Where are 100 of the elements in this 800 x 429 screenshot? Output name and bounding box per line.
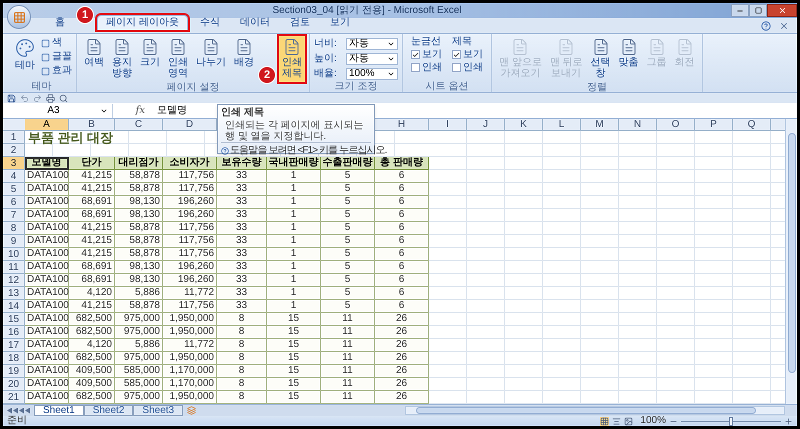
sheet-tab[interactable]: Sheet3 <box>133 405 184 416</box>
ribbon-button[interactable]: 맞춤 <box>616 36 642 82</box>
ribbon-tab[interactable]: 검토 <box>282 15 318 30</box>
ribbon-button[interactable]: 크기 <box>137 36 163 82</box>
theme-button[interactable]: 테마 <box>11 36 39 71</box>
insert-sheet-icon[interactable] <box>187 406 196 415</box>
name-box[interactable]: A3 <box>3 104 113 118</box>
table-cell: 26 <box>375 391 429 404</box>
vertical-scrollbar[interactable] <box>785 119 797 404</box>
table-cell: 409,500 <box>69 365 115 378</box>
sheet-tab[interactable]: Sheet2 <box>84 405 134 416</box>
table-cell: DATA100 <box>25 261 69 274</box>
table-cell: 117,756 <box>163 170 217 183</box>
scrollbar-thumb[interactable] <box>416 407 756 414</box>
table-cell: 682,500 <box>69 313 115 326</box>
step-number-badge: 2 <box>258 66 276 84</box>
row-header: 4 <box>3 170 25 183</box>
ribbon-tab[interactable]: 홈 <box>47 15 73 30</box>
table-cell: 26 <box>375 352 429 365</box>
page-layout-view-icon[interactable] <box>612 416 622 426</box>
table-cell: 1,170,000 <box>163 378 217 391</box>
dropdown-field[interactable]: 자동 <box>346 52 398 64</box>
table-cell: DATA100 <box>25 391 69 404</box>
group-label: 크기 조정 <box>334 81 378 92</box>
column-header[interactable]: C <box>115 119 163 130</box>
table-cell: 11 <box>321 326 375 339</box>
column-header[interactable]: B <box>69 119 115 130</box>
ribbon-tab[interactable]: 데이터 <box>232 15 278 30</box>
checkbox[interactable] <box>411 63 420 72</box>
ribbon-tab[interactable]: 보기 <box>322 15 358 30</box>
formula-value[interactable]: 모델명 <box>157 103 187 118</box>
column-header[interactable]: N <box>619 119 657 130</box>
maximize-button[interactable] <box>749 4 767 17</box>
sheet-tab[interactable]: Sheet1 <box>34 405 84 416</box>
checkbox[interactable] <box>411 50 420 59</box>
ribbon-tab[interactable]: 수식 <box>192 15 228 30</box>
table-cell: 1,950,000 <box>163 326 217 339</box>
page-icon <box>169 38 187 56</box>
ribbon-tab[interactable]: 페이지 레이아웃 <box>97 14 188 30</box>
office-button[interactable] <box>7 5 31 29</box>
column-header[interactable]: O <box>657 119 695 130</box>
table-cell: 11 <box>321 313 375 326</box>
ribbon-button[interactable]: 선택 창 <box>588 36 614 82</box>
page-icon <box>620 38 638 56</box>
table-cell: DATA100 <box>25 365 69 378</box>
table-cell: 8 <box>217 378 267 391</box>
tooltip-description: 인쇄되는 각 페이지에 표시되는 행 및 열을 지정합니다. <box>224 120 364 142</box>
table-cell: 196,260 <box>163 196 217 209</box>
table-cell: 26 <box>375 339 429 352</box>
function-button[interactable]: fx <box>136 103 145 118</box>
ribbon-small-button[interactable]: 효과 <box>41 65 72 77</box>
save-icon[interactable] <box>7 94 16 102</box>
ribbon-button[interactable]: 배경 <box>231 36 257 82</box>
print-icon[interactable] <box>46 94 55 102</box>
ribbon-small-button[interactable]: 글꼴 <box>41 51 72 63</box>
close-button[interactable] <box>767 4 797 17</box>
field-label: 배율: <box>314 68 338 80</box>
table-cell: 682,500 <box>69 326 115 339</box>
help-icon[interactable] <box>761 21 771 31</box>
table-cell: 117,756 <box>163 248 217 261</box>
table-cell: 5 <box>321 170 375 183</box>
dropdown-field[interactable]: 자동 <box>346 38 398 50</box>
ribbon-button[interactable]: 인쇄 제목 <box>279 36 305 82</box>
scrollbar-thumb[interactable] <box>788 133 796 373</box>
ribbon-button[interactable]: 용지 방향 <box>109 36 135 82</box>
close-workbook-icon[interactable] <box>779 21 789 31</box>
checkbox[interactable] <box>452 63 461 72</box>
table-cell: 5 <box>321 222 375 235</box>
print-preview-icon[interactable] <box>59 94 68 102</box>
zoom-in-icon[interactable] <box>784 416 793 426</box>
ribbon-button[interactable]: 인쇄 영역 <box>165 36 191 82</box>
ribbon-small-button[interactable]: 색 <box>41 37 72 49</box>
table-cell: 11 <box>321 378 375 391</box>
dropdown-field[interactable]: 100% <box>346 68 398 80</box>
column-header[interactable]: J <box>467 119 505 130</box>
column-header[interactable]: L <box>543 119 581 130</box>
checkbox[interactable] <box>452 50 461 59</box>
column-header[interactable]: M <box>581 119 619 130</box>
normal-view-icon[interactable] <box>600 416 610 426</box>
row-header: 11 <box>3 261 25 274</box>
column-header[interactable]: I <box>429 119 467 130</box>
column-header[interactable]: A <box>25 119 69 130</box>
column-header[interactable]: Q <box>733 119 771 130</box>
zoom-slider-thumb[interactable] <box>729 416 733 426</box>
ribbon-button[interactable]: 나누기 <box>193 36 229 82</box>
minimize-button[interactable] <box>731 4 749 17</box>
undo-icon[interactable] <box>20 94 29 102</box>
column-heading-cell: 보유수량 <box>217 157 267 170</box>
column-heading-cell: 단가 <box>69 157 115 170</box>
redo-icon[interactable] <box>33 94 42 102</box>
table-cell: 11 <box>321 339 375 352</box>
table-cell: 6 <box>375 170 429 183</box>
horizontal-scrollbar[interactable] <box>405 406 785 415</box>
column-header[interactable]: P <box>695 119 733 130</box>
table-cell: 26 <box>375 326 429 339</box>
table-cell: DATA100 <box>25 235 69 248</box>
table-cell: 15 <box>267 313 321 326</box>
column-header[interactable]: K <box>505 119 543 130</box>
page-break-view-icon[interactable] <box>624 416 634 426</box>
ribbon-button[interactable]: 여백 <box>81 36 107 82</box>
